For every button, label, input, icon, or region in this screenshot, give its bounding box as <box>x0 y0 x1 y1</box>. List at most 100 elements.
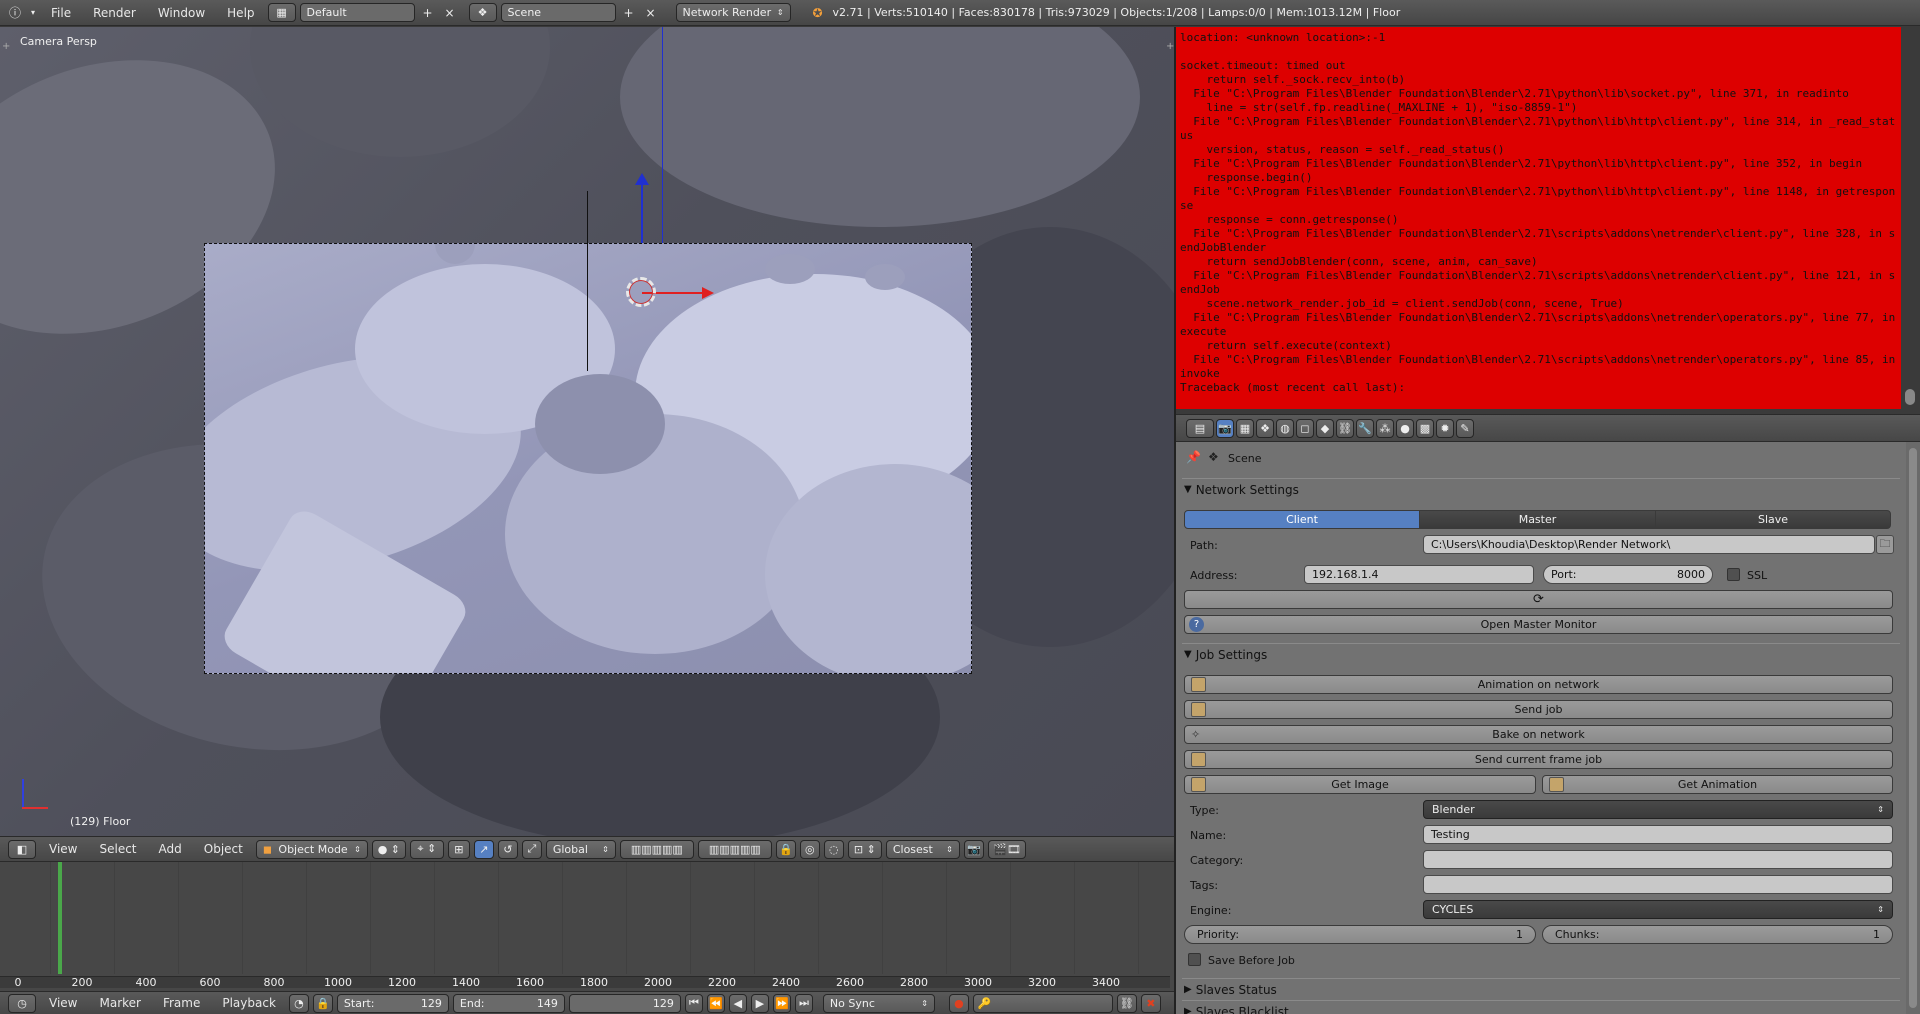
screen-layout-icon[interactable]: ▦ <box>267 3 296 22</box>
editor-type-icon[interactable]: ▤ <box>1186 418 1214 438</box>
send-job-button[interactable]: Send job <box>1184 700 1893 719</box>
editor-type-icon[interactable]: ◧ <box>8 839 36 859</box>
category-field[interactable] <box>1423 850 1893 869</box>
insert-keyframe-icon[interactable]: ⛓ <box>1116 993 1137 1013</box>
mode-dropdown[interactable]: ◼ Object Mode ⇕ <box>255 839 368 859</box>
menu-playback[interactable]: Playback <box>213 996 285 1010</box>
lock-icon[interactable]: 🔒 <box>312 993 333 1013</box>
properties-scrollbar[interactable] <box>1906 442 1920 1014</box>
proportional-edit-icon[interactable]: ◌ <box>823 839 844 859</box>
properties-scroll-thumb[interactable] <box>1909 448 1917 1008</box>
prev-keyframe-icon[interactable]: ⏪ <box>706 993 725 1013</box>
menu-window[interactable]: Window <box>149 6 214 20</box>
layers-grid-icon[interactable]: ▥▥▥▥▥ <box>619 839 694 859</box>
tab-physics-icon[interactable]: ✹ <box>1436 418 1454 438</box>
menu-file[interactable]: File <box>42 6 80 20</box>
corner-plus-icon[interactable]: + <box>1166 41 1174 52</box>
mode-client-button[interactable]: Client <box>1184 510 1420 529</box>
panel-job-settings[interactable]: ▼ Job Settings <box>1182 643 1900 665</box>
menu-select[interactable]: Select <box>90 842 145 856</box>
lock-layers-icon[interactable]: 🔒 <box>775 839 796 859</box>
get-image-button[interactable]: Get Image <box>1184 775 1536 794</box>
ssl-checkbox[interactable] <box>1727 568 1740 581</box>
tab-object-data-icon[interactable]: ◆ <box>1316 418 1334 438</box>
tab-scene-icon[interactable]: ❖ <box>1256 418 1274 438</box>
jump-end-icon[interactable]: ⏭ <box>794 993 813 1013</box>
start-frame-field[interactable]: Start: 129 <box>336 993 449 1013</box>
close-screen-icon[interactable]: × <box>441 4 459 22</box>
menu-view[interactable]: View <box>40 842 86 856</box>
panel-slaves-status[interactable]: ▶ Slaves Status <box>1182 978 1900 1000</box>
get-animation-button[interactable]: Get Animation <box>1542 775 1893 794</box>
save-before-job-checkbox[interactable] <box>1188 953 1201 966</box>
panel-network-settings[interactable]: ▼ Network Settings <box>1182 478 1900 500</box>
tab-constraints-icon[interactable]: ⛓ <box>1336 418 1354 438</box>
menu-object[interactable]: Object <box>195 842 252 856</box>
send-current-frame-job-button[interactable]: Send current frame job <box>1184 750 1893 769</box>
name-field[interactable]: Testing <box>1423 825 1893 844</box>
tab-world-icon[interactable]: ◍ <box>1276 418 1294 438</box>
chunks-field[interactable]: Chunks: 1 <box>1542 925 1893 944</box>
gizmo-z-arrow-icon[interactable] <box>635 173 649 185</box>
menu-marker[interactable]: Marker <box>90 996 149 1010</box>
sync-dropdown[interactable]: No Sync ⇕ <box>822 993 935 1013</box>
scale-manipulator-icon[interactable]: ⤢ <box>521 839 542 859</box>
animation-on-network-button[interactable]: Animation on network <box>1184 675 1893 694</box>
opengl-render-icon[interactable]: 📷 <box>963 839 984 859</box>
timeline-area[interactable]: 0 200 400 600 800 1000 1200 1400 1600 1800 2000 220… <box>0 861 1174 991</box>
tab-texture-icon[interactable]: ▩ <box>1416 418 1434 438</box>
tab-particles-icon[interactable]: ⁂ <box>1376 418 1394 438</box>
render-engine-dropdown[interactable]: Network Render ⇕ <box>675 3 791 22</box>
tab-render-layers-icon[interactable]: ▦ <box>1236 418 1254 438</box>
screen-layout-field[interactable]: Default <box>299 3 415 22</box>
menu-render[interactable]: Render <box>84 6 145 20</box>
tab-render-icon[interactable]: 📷 <box>1216 418 1234 438</box>
chevron-down-icon[interactable]: ▾ <box>28 4 38 22</box>
mode-slave-button[interactable]: Slave <box>1655 510 1891 529</box>
menu-help[interactable]: Help <box>218 6 263 20</box>
record-icon[interactable]: ● <box>948 993 969 1013</box>
close-scene-icon[interactable]: × <box>642 4 660 22</box>
corner-plus-icon[interactable]: + <box>2 41 10 52</box>
scene-field[interactable]: Scene <box>500 3 616 22</box>
editor-type-icon[interactable]: ◷ <box>8 993 36 1013</box>
layers-grid-icon[interactable]: ▥▥▥▥▥ <box>697 839 772 859</box>
add-screen-icon[interactable]: + <box>419 4 437 22</box>
tab-modifiers-icon[interactable]: 🔧 <box>1356 418 1374 438</box>
tab-material-icon[interactable]: ● <box>1396 418 1414 438</box>
preview-range-icon[interactable]: ◔ <box>288 993 309 1013</box>
mode-master-button[interactable]: Master <box>1419 510 1656 529</box>
frame-cursor[interactable] <box>58 862 63 974</box>
pivot-point-icon[interactable]: ⌖ ⇕ <box>409 839 444 859</box>
translate-manipulator-icon[interactable]: ↗ <box>473 839 494 859</box>
render-layer-icon[interactable]: ◎ <box>799 839 820 859</box>
refresh-button[interactable]: ⟳ <box>1184 590 1893 609</box>
menu-frame[interactable]: Frame <box>154 996 209 1010</box>
snap-target-dropdown[interactable]: Closest ⇕ <box>885 839 960 859</box>
3d-cursor-icon[interactable] <box>626 277 656 307</box>
current-frame-field[interactable]: 129 <box>568 993 681 1013</box>
priority-field[interactable]: Priority: 1 <box>1184 925 1536 944</box>
end-frame-field[interactable]: End: 149 <box>452 993 565 1013</box>
path-field[interactable]: C:\Users\Khoudia\Desktop\Render Network\ <box>1423 535 1875 554</box>
delete-keyframe-icon[interactable]: ✖ <box>1140 993 1161 1013</box>
panel-slaves-blacklist[interactable]: ▶ Slaves Blacklist <box>1182 1000 1900 1014</box>
tags-field[interactable] <box>1423 875 1893 894</box>
add-scene-icon[interactable]: + <box>620 4 638 22</box>
orientation-dropdown[interactable]: Global ⇕ <box>545 839 616 859</box>
console-scroll-thumb[interactable] <box>1905 389 1915 405</box>
play-reverse-icon[interactable]: ◀ <box>728 993 747 1013</box>
jump-start-icon[interactable]: ⏮ <box>684 993 703 1013</box>
scene-icon[interactable]: ❖ <box>468 3 497 22</box>
type-dropdown[interactable]: Blender ⇕ <box>1423 800 1893 819</box>
gizmo-x-arrow-icon[interactable] <box>702 287 714 299</box>
tab-object-icon[interactable]: ◻ <box>1296 418 1314 438</box>
engine-dropdown[interactable]: CYCLES ⇕ <box>1423 900 1893 919</box>
manipulator-toggle-icon[interactable]: ⊞ <box>447 839 470 859</box>
next-keyframe-icon[interactable]: ⏩ <box>772 993 791 1013</box>
opengl-anim-icon[interactable]: 🎬🎞 <box>987 839 1026 859</box>
port-field[interactable]: Port: 8000 <box>1543 565 1713 584</box>
open-master-monitor-button[interactable]: ? Open Master Monitor <box>1184 615 1893 634</box>
folder-icon[interactable]: 🗀 <box>1876 535 1894 554</box>
keying-set-icon[interactable]: 🔑 <box>972 993 1113 1013</box>
